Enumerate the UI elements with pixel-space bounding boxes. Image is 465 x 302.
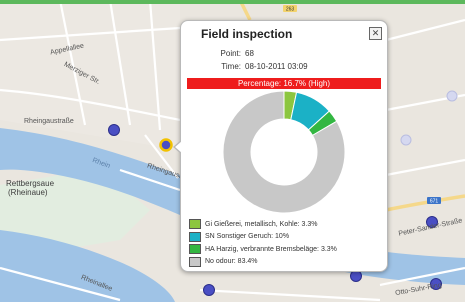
legend-item: Gi Gießerei, metallisch, Kohle: 3.3% — [189, 218, 384, 230]
legend-label: Gi Gießerei, metallisch, Kohle: 3.3% — [205, 220, 318, 228]
street-label: Rheingaustraße — [24, 118, 74, 125]
area-label-sub: (Rheinaue) — [8, 188, 48, 197]
legend-swatch — [189, 256, 201, 267]
point-label: Point: — [220, 49, 241, 58]
legend-label: No odour: 83.4% — [205, 258, 258, 265]
point-row: Point: 68 — [193, 49, 254, 58]
legend-label: SN Sonstiger Geruch: 10% — [205, 233, 290, 240]
legend-swatch — [189, 244, 201, 254]
legend-swatch — [189, 219, 201, 229]
top-accent-bar — [0, 0, 465, 4]
marker[interactable] — [108, 124, 120, 136]
chart-legend: Gi Gießerei, metallisch, Kohle: 3.3% SN … — [189, 218, 384, 268]
road-number-263: 263 — [286, 7, 295, 13]
legend-label: HA Harzig, verbrannte Bremsbeläge: 3.3% — [205, 245, 337, 253]
area-label: Rettbergsaue — [6, 179, 55, 188]
legend-item: HA Harzig, verbrannte Bremsbeläge: 3.3% — [189, 243, 384, 255]
time-value: 08-10-2011 03:09 — [245, 62, 308, 71]
legend-item: SN Sonstiger Geruch: 10% — [189, 231, 384, 243]
marker-faded[interactable] — [446, 90, 458, 102]
legend-item: No odour: 83.4% — [189, 256, 384, 268]
time-label: Time: — [221, 62, 241, 71]
time-row: Time: 08-10-2011 03:09 — [193, 62, 308, 71]
legend-swatch — [189, 231, 201, 242]
road-number-671: 671 — [430, 199, 439, 205]
point-value: 68 — [245, 49, 254, 58]
odour-donut-chart — [222, 90, 346, 214]
percentage-bar: Percentage: 16.7% (High) — [187, 78, 381, 89]
marker-faded[interactable] — [400, 134, 412, 146]
popup-pointer-fill — [175, 141, 182, 153]
marker[interactable] — [350, 270, 362, 282]
field-inspection-popup: Field inspection ✕ Point: 68 Time: 08-10-2… — [173, 20, 388, 272]
close-icon[interactable]: ✕ — [369, 27, 382, 40]
selected-marker[interactable] — [159, 138, 173, 152]
popup-title: Field inspection — [201, 27, 293, 41]
marker[interactable] — [203, 284, 215, 296]
